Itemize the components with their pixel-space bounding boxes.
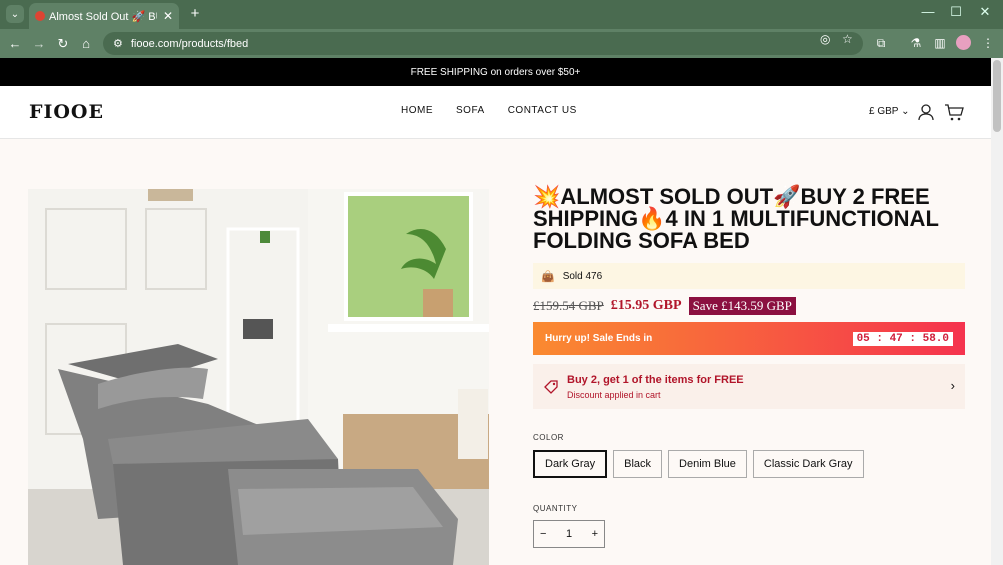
forward-arrow-icon[interactable]: → bbox=[31, 36, 47, 51]
menu-item-home[interactable]: HOME bbox=[401, 105, 433, 116]
countdown-banner: Hurry up! Sale Ends in 05 : 47 : 58.0 bbox=[533, 322, 965, 355]
bookmark-star-icon[interactable]: ☆ bbox=[842, 32, 853, 46]
browser-tab-strip: ⌄ Almost Sold Out 🚀 BUY 2 FREE ✕ + — ☐ ✕ bbox=[0, 0, 1003, 29]
quantity-decrease-button[interactable]: − bbox=[540, 528, 546, 540]
favicon-icon bbox=[35, 11, 45, 21]
sold-count-text: Sold 476 bbox=[562, 270, 603, 282]
scrollbar-thumb[interactable] bbox=[993, 60, 1001, 132]
url-text: fiooe.com/products/fbed bbox=[130, 37, 249, 50]
quantity-increase-button[interactable]: + bbox=[592, 528, 598, 540]
quantity-input[interactable]: 1 bbox=[566, 528, 572, 540]
site-info-icon[interactable]: ⚙ bbox=[113, 37, 123, 50]
extensions-icon[interactable]: ⧉ bbox=[873, 36, 889, 51]
sale-price: £15.95 GBP bbox=[610, 298, 682, 313]
color-option-dark-gray[interactable]: Dark Gray bbox=[533, 450, 608, 478]
currency-selector[interactable]: £ GBP ⌄ bbox=[869, 106, 909, 117]
tab-close-icon[interactable]: ✕ bbox=[163, 9, 173, 23]
color-option-classic-dark-gray[interactable]: Classic Dark Gray bbox=[752, 450, 864, 478]
currency-label: £ GBP bbox=[869, 106, 899, 117]
color-option-denim-blue[interactable]: Denim Blue bbox=[668, 450, 747, 478]
price-row: £159.54 GBP £15.95 GBP Save £143.59 GBP bbox=[533, 296, 796, 316]
sold-count-bar: 👜 Sold 476 bbox=[533, 263, 965, 289]
eye-off-icon[interactable]: ◎ bbox=[820, 32, 830, 46]
product-info: 💥ALMOST SOLD OUT🚀BUY 2 FREE SHIPPING🔥4 I… bbox=[533, 184, 965, 548]
main-menu: HOME SOFA CONTACT US bbox=[401, 105, 600, 116]
bundle-offer[interactable]: Buy 2, get 1 of the items for FREE Disco… bbox=[533, 364, 965, 409]
color-label: COLOR bbox=[533, 433, 564, 442]
save-badge: Save £143.59 GBP bbox=[688, 297, 796, 315]
more-menu-icon[interactable]: ⋮ bbox=[980, 36, 996, 50]
quantity-label: QUANTITY bbox=[533, 504, 578, 513]
minimize-button[interactable]: — bbox=[918, 4, 938, 19]
new-tab-button[interactable]: + bbox=[186, 5, 204, 23]
product-title: 💥ALMOST SOLD OUT🚀BUY 2 FREE SHIPPING🔥4 I… bbox=[533, 184, 939, 253]
account-icon[interactable] bbox=[917, 103, 935, 121]
chevron-down-icon: ⌄ bbox=[901, 106, 910, 117]
menu-item-contact[interactable]: CONTACT US bbox=[508, 105, 577, 116]
color-options: Dark Gray Black Denim Blue Classic Dark … bbox=[533, 450, 864, 478]
home-icon[interactable]: ⌂ bbox=[78, 36, 94, 51]
compare-at-price: £159.54 GBP bbox=[533, 298, 604, 313]
page-scrollbar[interactable] bbox=[991, 58, 1003, 565]
back-arrow-icon[interactable]: ← bbox=[7, 36, 23, 51]
price-tag-icon bbox=[544, 379, 558, 394]
menu-item-sofa[interactable]: SOFA bbox=[456, 105, 485, 116]
browser-toolbar: ← → ↻ ⌂ ⚙ fiooe.com/products/fbed ◎ ☆ ⧉ … bbox=[0, 29, 1003, 58]
reload-icon[interactable]: ↻ bbox=[55, 36, 71, 51]
browser-tab[interactable]: Almost Sold Out 🚀 BUY 2 FREE ✕ bbox=[29, 3, 179, 29]
tab-search-button[interactable]: ⌄ bbox=[6, 5, 24, 23]
quantity-stepper: − 1 + bbox=[533, 520, 605, 548]
profile-avatar[interactable] bbox=[956, 35, 971, 50]
shopping-bag-icon: 👜 bbox=[541, 270, 555, 283]
site-header: FIOOE HOME SOFA CONTACT US £ GBP ⌄ bbox=[0, 86, 991, 139]
announcement-bar: FREE SHIPPING on orders over $50+ bbox=[0, 58, 991, 86]
tab-title: Almost Sold Out 🚀 BUY 2 FREE bbox=[49, 10, 157, 23]
countdown-timer: 05 : 47 : 58.0 bbox=[852, 331, 953, 346]
labs-flask-icon[interactable]: ⚗ bbox=[908, 36, 924, 50]
countdown-label: Hurry up! Sale Ends in bbox=[545, 333, 653, 344]
offer-title: Buy 2, get 1 of the items for FREE bbox=[567, 373, 744, 386]
maximize-button[interactable]: ☐ bbox=[946, 4, 966, 20]
site-logo[interactable]: FIOOE bbox=[29, 101, 104, 123]
product-image[interactable] bbox=[28, 189, 489, 565]
close-window-button[interactable]: ✕ bbox=[975, 4, 995, 20]
address-bar[interactable]: ⚙ fiooe.com/products/fbed bbox=[103, 32, 863, 55]
color-option-black[interactable]: Black bbox=[613, 450, 663, 478]
offer-subtitle: Discount applied in cart bbox=[567, 389, 661, 400]
product-main: 💥ALMOST SOLD OUT🚀BUY 2 FREE SHIPPING🔥4 I… bbox=[0, 139, 991, 565]
chevron-right-icon[interactable]: › bbox=[951, 378, 955, 393]
sidepanel-icon[interactable]: ▥ bbox=[932, 36, 948, 50]
cart-icon[interactable] bbox=[944, 102, 964, 122]
